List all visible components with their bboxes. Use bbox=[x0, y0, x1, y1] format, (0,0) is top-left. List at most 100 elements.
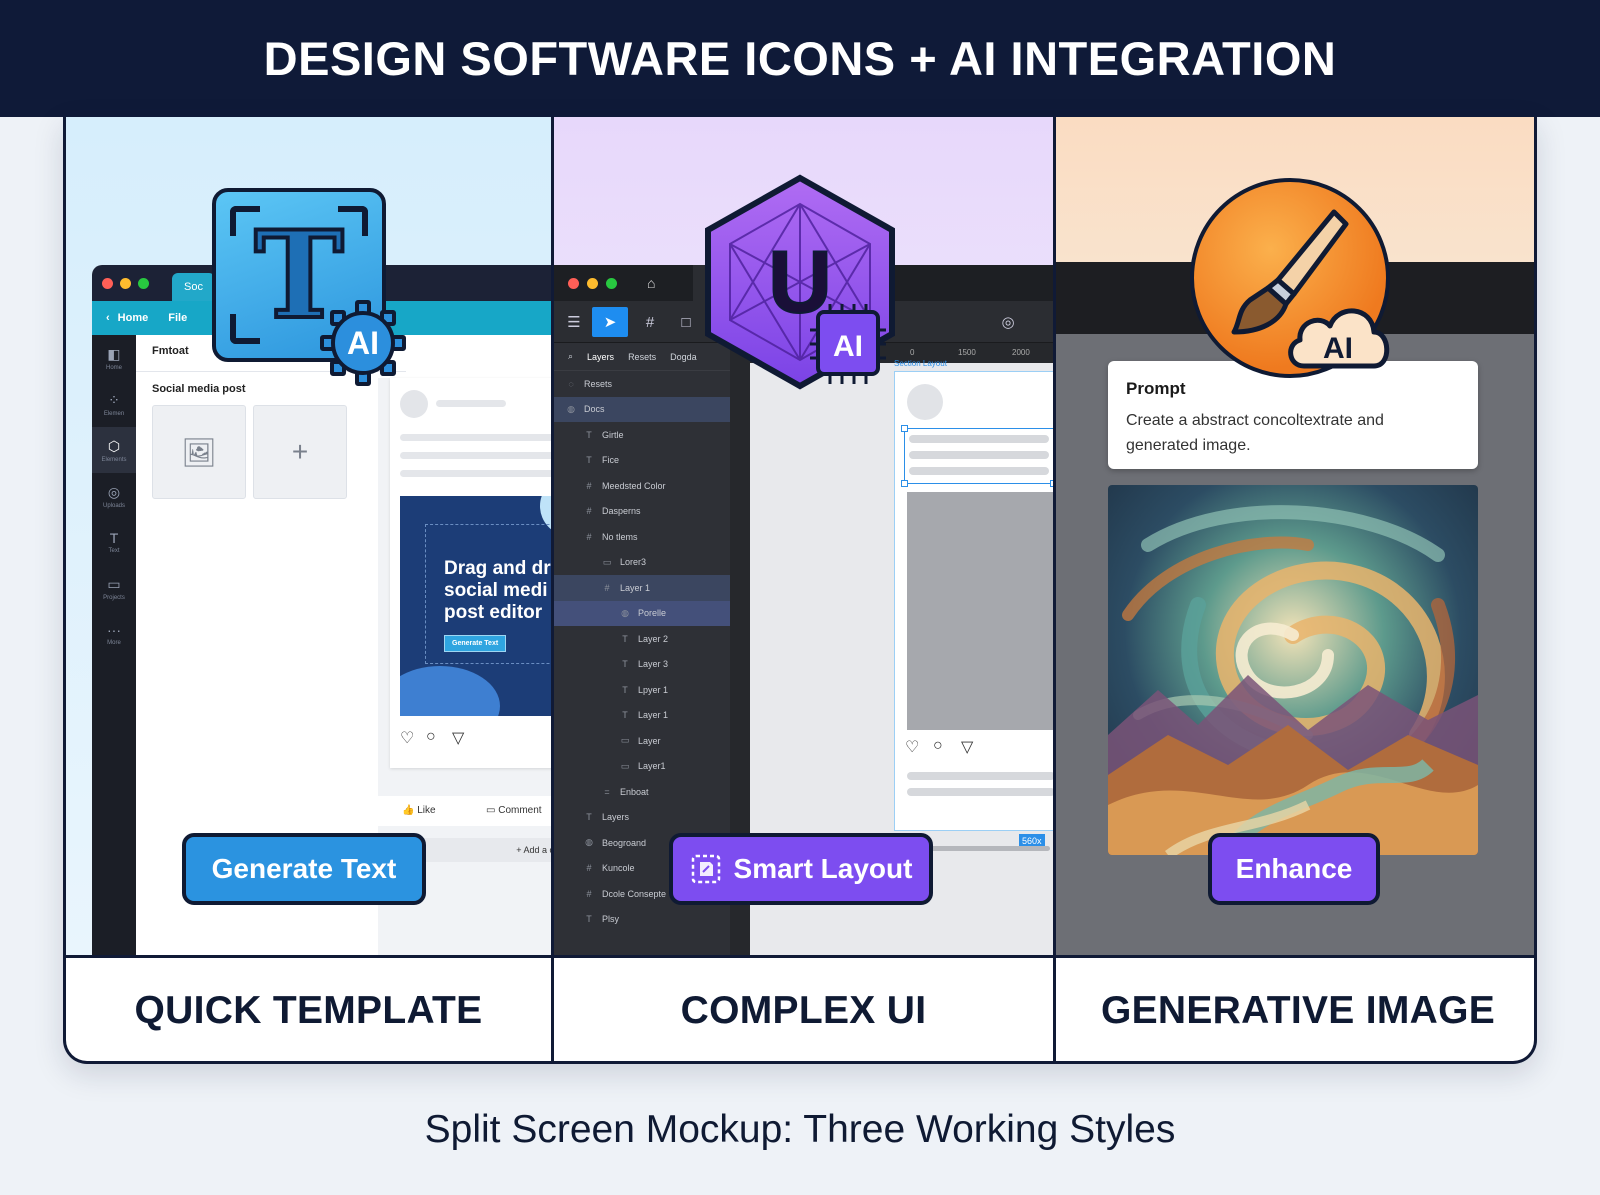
layer-name: Layers bbox=[602, 812, 630, 823]
layer-name: Plsy bbox=[602, 914, 620, 925]
text-icon: T bbox=[109, 530, 119, 546]
tab-dogda[interactable]: Dogda bbox=[670, 352, 697, 362]
layer-type-icon: ◍ bbox=[585, 837, 593, 848]
label-complex-ui: COMPLEX UI bbox=[680, 989, 927, 1032]
enhance-label: Enhance bbox=[1235, 853, 1353, 884]
panel-divider bbox=[1053, 117, 1056, 1061]
sidebar-item-uploads[interactable]: ◎ Uploads bbox=[92, 473, 136, 519]
layer-name: Layer bbox=[638, 735, 661, 746]
image-icon: 🖼 bbox=[181, 436, 217, 468]
close-dot[interactable] bbox=[568, 277, 579, 289]
resize-handle[interactable] bbox=[901, 480, 908, 487]
layer-type-icon: ◍ bbox=[567, 403, 575, 414]
ruler-tick: 1500 bbox=[958, 348, 976, 357]
back-chevron-icon[interactable]: ‹ bbox=[106, 312, 110, 324]
layer-name: Enboat bbox=[620, 786, 649, 797]
layer-row[interactable]: ▭ Layer1 bbox=[554, 754, 730, 780]
sidebar-item-text[interactable]: T Text bbox=[92, 519, 136, 565]
tab-resets[interactable]: Resets bbox=[628, 352, 656, 362]
layer-row[interactable]: T Lpyer 1 bbox=[554, 677, 730, 703]
post-image-card[interactable]: Drag and dr social medi post editor Gene… bbox=[400, 496, 551, 716]
nav-home[interactable]: Home bbox=[118, 312, 149, 324]
sidebar-item-more[interactable]: ··· More bbox=[92, 611, 136, 657]
zoom-dot[interactable] bbox=[606, 277, 617, 289]
layer-row[interactable]: T Plsy bbox=[554, 907, 730, 933]
layer-row[interactable]: T Girtle bbox=[554, 422, 730, 448]
layer-type-icon: T bbox=[622, 684, 628, 695]
layer-name: Layer 1 bbox=[638, 710, 669, 721]
layer-row[interactable]: ◍ Porelle bbox=[554, 600, 730, 626]
layer-type-icon: # bbox=[586, 480, 592, 491]
minimize-dot[interactable] bbox=[120, 277, 131, 289]
like-button[interactable]: 👍 Like bbox=[402, 805, 436, 816]
layer-row[interactable]: T Layer 2 bbox=[554, 626, 730, 652]
layer-row[interactable]: ▭ Lorer3 bbox=[554, 550, 730, 576]
menu-icon[interactable]: ☰ bbox=[556, 307, 592, 337]
layer-type-icon: T bbox=[622, 659, 628, 670]
sidebar-item-home[interactable]: ◧ Home bbox=[92, 335, 136, 381]
layer-name: Dasperns bbox=[602, 506, 641, 517]
layer-type-icon: T bbox=[586, 429, 592, 440]
layer-name: Dcole Consepte bbox=[602, 888, 667, 899]
sidebar-item-elements[interactable]: ⬡ Elements bbox=[92, 427, 136, 473]
layer-row[interactable]: = Enboat bbox=[554, 779, 730, 805]
layer-type-icon: ▭ bbox=[602, 556, 612, 567]
caption: Split Screen Mockup: Three Working Style… bbox=[424, 1108, 1176, 1151]
move-tool-icon[interactable]: ➤ bbox=[592, 307, 628, 337]
layer-row[interactable]: T Layer 3 bbox=[554, 652, 730, 678]
ui-ai-hex-icon: U AI bbox=[705, 174, 895, 390]
comment-icon[interactable]: ○ bbox=[933, 737, 943, 755]
layer-row[interactable]: ▭ Layer bbox=[554, 728, 730, 754]
generate-text-button[interactable]: Generate Text bbox=[182, 833, 426, 905]
text-placeholder bbox=[907, 772, 1053, 780]
layer-row[interactable]: # Meedsted Color bbox=[554, 473, 730, 499]
search-icon[interactable]: ⌕ bbox=[568, 351, 573, 362]
image-placeholder-tile[interactable]: 🖼 bbox=[152, 405, 246, 499]
enhance-button[interactable]: Enhance bbox=[1208, 833, 1380, 905]
zoom-dot[interactable] bbox=[138, 277, 149, 289]
document-tab[interactable]: Soc bbox=[172, 273, 215, 301]
minimize-dot[interactable] bbox=[587, 277, 598, 289]
ai-badge-label: AI bbox=[331, 311, 395, 375]
selection-box[interactable] bbox=[901, 425, 1053, 487]
heart-icon[interactable]: ♡ bbox=[400, 728, 414, 748]
layer-type-icon: = bbox=[604, 786, 610, 797]
heart-icon[interactable]: ♡ bbox=[905, 737, 919, 757]
layer-row[interactable]: ◍ Docs bbox=[554, 396, 730, 422]
settings-icon[interactable]: ◎ bbox=[990, 307, 1026, 337]
layer-row[interactable]: # Dasperns bbox=[554, 499, 730, 525]
layer-row[interactable]: T Fice bbox=[554, 448, 730, 474]
name-placeholder bbox=[436, 400, 506, 407]
layer-row[interactable]: T Layers bbox=[554, 805, 730, 831]
resize-handle[interactable] bbox=[901, 425, 908, 432]
generate-text-mini-button[interactable]: Generate Text bbox=[444, 635, 507, 652]
like-label: Like bbox=[417, 805, 436, 816]
post-headline[interactable]: Drag and dr social medi post editor bbox=[444, 558, 551, 624]
comment-icon[interactable]: ○ bbox=[426, 728, 436, 746]
send-icon[interactable]: ▽ bbox=[452, 728, 464, 748]
tab-layers[interactable]: Layers bbox=[587, 352, 614, 362]
smart-layout-icon bbox=[691, 854, 720, 884]
layer-row[interactable]: # Layer 1 bbox=[554, 575, 730, 601]
home-icon[interactable]: ⌂ bbox=[647, 275, 655, 291]
smart-layout-button[interactable]: Smart Layout bbox=[669, 833, 933, 905]
send-icon[interactable]: ▽ bbox=[961, 737, 973, 757]
sidebar-item-elemen[interactable]: ⁘ Elemen bbox=[92, 381, 136, 427]
add-tile[interactable]: + bbox=[253, 405, 347, 499]
layer-row[interactable]: # No tlems bbox=[554, 524, 730, 550]
close-dot[interactable] bbox=[102, 277, 113, 289]
rectangle-tool-icon[interactable]: □ bbox=[668, 307, 704, 337]
comment-button[interactable]: ▭ Comment bbox=[486, 805, 542, 816]
panel-quick-template: Soc ‹ Home File ◧ Home ⁘ Elemen ⬡ Elements … bbox=[66, 117, 551, 955]
layer-row[interactable]: T Layer 1 bbox=[554, 703, 730, 729]
generate-text-label: Generate Text bbox=[211, 853, 397, 884]
prompt-text[interactable]: Create a abstract concoltextrate and gen… bbox=[1126, 408, 1460, 458]
frame-tool-icon[interactable]: # bbox=[632, 307, 668, 337]
mobile-frame[interactable]: ♡ ○ ▽ bbox=[894, 371, 1053, 831]
layer-type-icon: # bbox=[586, 863, 592, 874]
generated-artwork[interactable] bbox=[1108, 485, 1478, 855]
sidebar-item-projects[interactable]: ▭ Projects bbox=[92, 565, 136, 611]
shapes-icon: ⬡ bbox=[107, 437, 121, 454]
layer-type-icon: ◍ bbox=[621, 607, 629, 618]
nav-file[interactable]: File bbox=[168, 312, 187, 324]
